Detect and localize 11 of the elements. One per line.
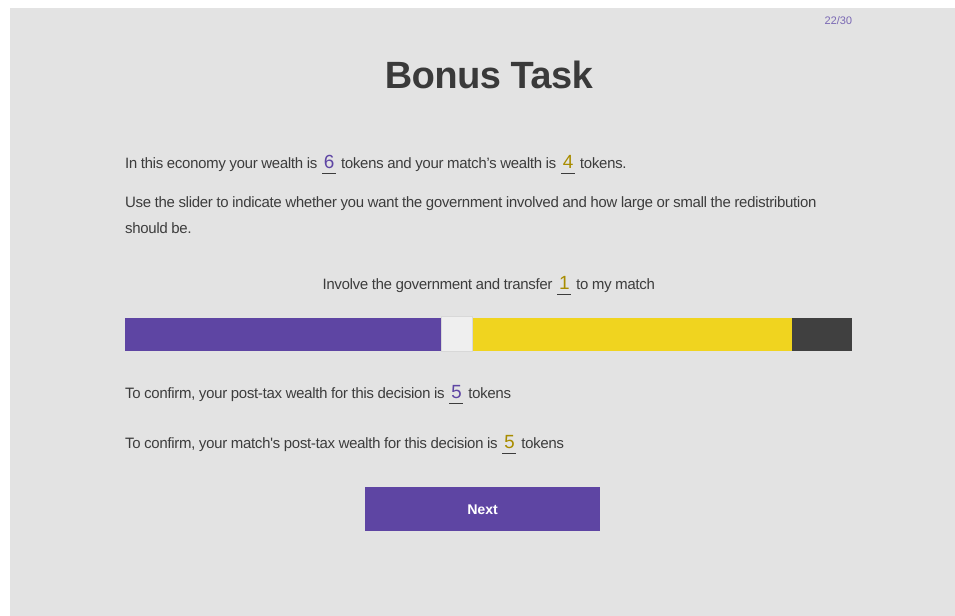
progress-counter: 22/30 <box>823 14 852 29</box>
instruction-text: In this economy your wealth is 6 tokens and your match’s wealth is 4 tokens. <box>125 151 628 176</box>
page-title: Bonus Task <box>384 55 594 98</box>
next-button[interactable]: Next <box>365 487 600 531</box>
confirmation-text: To confirm, your post-tax wealth for this decision is 5 tokens <box>125 381 512 406</box>
slider-thumb[interactable] <box>441 316 474 352</box>
instruction-text: Use the slider to indicate whether you want the government involved and how large or small the redistribution should be. <box>125 193 818 239</box>
slider-end <box>792 318 852 351</box>
slider-track[interactable] <box>125 318 852 351</box>
confirmation-text: To confirm, your match's post-tax wealth for this decision is 5 tokens <box>125 431 565 456</box>
slider-caption: Involve the government and transfer 1 to my match <box>321 272 656 297</box>
